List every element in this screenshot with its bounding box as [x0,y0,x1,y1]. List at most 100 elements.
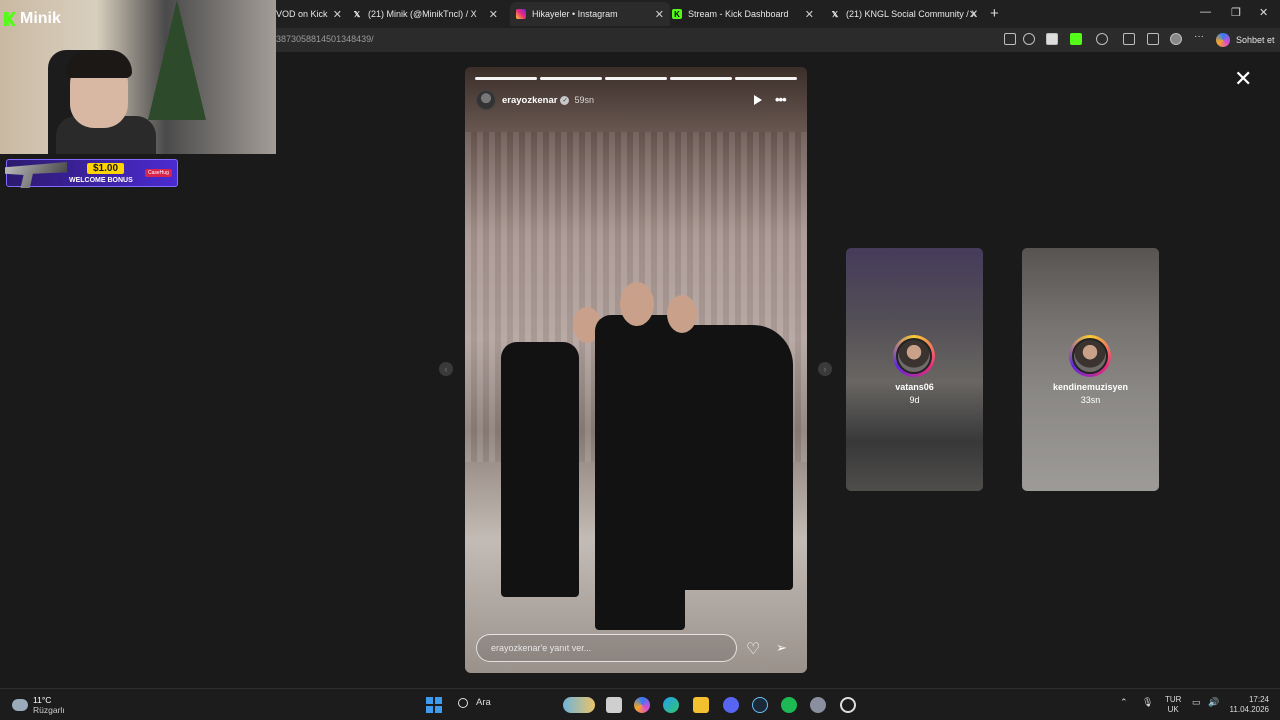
widget-highlight-icon[interactable] [563,697,595,713]
story-viewer[interactable]: erayozkenar ✓ 59sn ••• erayozkenar'e yan… [465,67,807,673]
face-right [667,295,697,333]
face-center [620,282,654,326]
steam-icon[interactable] [752,697,768,713]
url-text[interactable]: 3873058814501348439/ [276,34,374,44]
minimize-icon[interactable]: — [1200,6,1211,18]
streamer-brand: Minik [4,10,61,28]
lang-code: TUR [1165,695,1182,704]
windows-start-icon[interactable] [426,697,442,713]
story-ring-avatar [893,335,935,377]
tab-vod-on-kick[interactable]: VOD on Kick ✕ [270,2,348,26]
previous-story-arrow-icon[interactable]: ‹ [439,362,453,376]
edge-browser-icon[interactable] [663,697,679,713]
settings-gear-icon[interactable] [810,697,826,713]
card-time: 9d [909,395,920,405]
restore-icon[interactable]: ❐ [1231,6,1241,19]
clock-date: 11.04.2026 [1229,705,1269,714]
search-icon [458,697,468,708]
close-icon[interactable]: ✕ [333,8,342,21]
volume-icon[interactable]: 🔊 [1208,697,1219,708]
taskbar-search[interactable]: Ara [458,697,491,708]
tab-title: Stream - Kick Dashboard [688,9,789,19]
spotify-icon[interactable] [781,697,797,713]
story-time: 59sn [574,95,594,105]
task-view-icon[interactable] [606,697,622,713]
kick-icon: K [672,9,682,19]
split-screen-icon[interactable] [1004,33,1016,45]
more-menu-icon[interactable]: ··· [1194,31,1206,43]
story-photo [465,67,807,673]
verified-badge-icon: ✓ [560,95,570,105]
profile-avatar-icon[interactable] [1170,33,1182,45]
file-explorer-icon[interactable] [693,697,709,713]
chevron-up-icon[interactable]: ⌃ [1120,697,1128,708]
play-icon[interactable] [754,95,762,105]
copilot-icon [1216,33,1230,47]
close-viewer-icon[interactable]: ✕ [1234,66,1252,92]
favorites-icon[interactable] [1147,33,1159,45]
x-icon: 𝕏 [831,9,839,19]
reply-placeholder: erayozkenar'e yanıt ver... [491,643,592,653]
favorite-star-icon[interactable] [1023,33,1035,45]
story-user-avatar[interactable] [476,90,496,110]
story-username[interactable]: erayozkenar [502,95,557,106]
kick-logo-icon [4,12,16,26]
search-label: Ara [476,697,491,708]
reply-input[interactable]: erayozkenar'e yanıt ver... [476,634,737,662]
person-center [595,315,685,630]
card-username: vatans06 [895,382,934,392]
microphone-icon[interactable]: 🎙 [1142,697,1153,708]
windows-taskbar: 11°C Rüzgarlı Ara ⌃ 🎙 TUR UK ▭ 🔊 17:24 1… [0,688,1280,720]
clock-time: 17:24 [1248,695,1269,704]
next-story-arrow-icon[interactable]: › [818,362,832,376]
kick-extension-icon[interactable] [1070,33,1082,45]
copilot-label: Sohbet et [1236,35,1275,45]
instagram-icon [516,9,526,19]
story-progress [475,77,797,80]
card-username: kendinemuzisyen [1052,382,1129,392]
tab-kick-dashboard[interactable]: K Stream - Kick Dashboard ✕ [666,2,820,26]
person-right [673,325,793,590]
streamer-hair [66,50,132,78]
lang-layout: UK [1167,705,1179,714]
obs-icon[interactable] [840,697,856,713]
discord-icon[interactable] [723,697,739,713]
close-icon[interactable]: ✕ [655,8,664,21]
refresh-extension-icon[interactable] [1096,33,1108,45]
window-close-icon[interactable]: ✕ [1259,6,1268,19]
tab-instagram[interactable]: Hikayeler • Instagram ✕ [510,2,670,26]
network-icon[interactable]: ▭ [1192,697,1201,708]
tab-kngl-x[interactable]: 𝕏 (21) KNGL Social Community / X ✕ [824,2,984,26]
weather-widget[interactable]: 11°C Rüzgarlı [12,695,65,715]
close-icon[interactable]: ✕ [805,8,814,21]
tab-title: VOD on Kick [276,9,328,19]
next-story-card[interactable]: kendinemuzisyen 33sn [1022,248,1159,491]
christmas-tree [148,0,206,120]
tab-title: (21) KNGL Social Community / X [846,9,978,19]
wind-icon [12,699,28,711]
tab-minik-x[interactable]: 𝕏 (21) Minik (@MinikTncl) / X ✕ [346,2,504,26]
system-clock[interactable]: 17:24 11.04.2026 [1229,695,1269,715]
card-time: 33sn [1080,395,1101,405]
copilot-app-icon[interactable] [634,697,650,713]
promo-amount: $1.00 [87,163,125,174]
next-story-card[interactable]: vatans06 9d [846,248,983,491]
close-icon[interactable]: ✕ [969,8,978,21]
x-icon: 𝕏 [353,9,361,19]
like-heart-icon[interactable]: ♡ [746,639,760,659]
person-left [501,342,579,597]
webcam-overlay: Minik [0,0,276,154]
story-ring-avatar [1069,335,1111,377]
new-tab-icon[interactable]: + [990,5,999,22]
send-icon[interactable]: ➢ [776,640,787,656]
weather-temp: 11°C [33,695,52,705]
promo-logo: CaseHug [145,169,172,177]
tab-title: Hikayeler • Instagram [532,9,618,19]
more-options-icon[interactable]: ••• [775,92,787,107]
copilot-chat-button[interactable]: Sohbet et [1216,31,1275,49]
language-indicator[interactable]: TUR UK [1165,695,1181,715]
promo-banner: $1.00 WELCOME BONUS CaseHug [5,159,178,188]
performance-icon[interactable] [1123,33,1135,45]
close-icon[interactable]: ✕ [489,8,498,21]
extension-icon[interactable] [1046,33,1058,45]
